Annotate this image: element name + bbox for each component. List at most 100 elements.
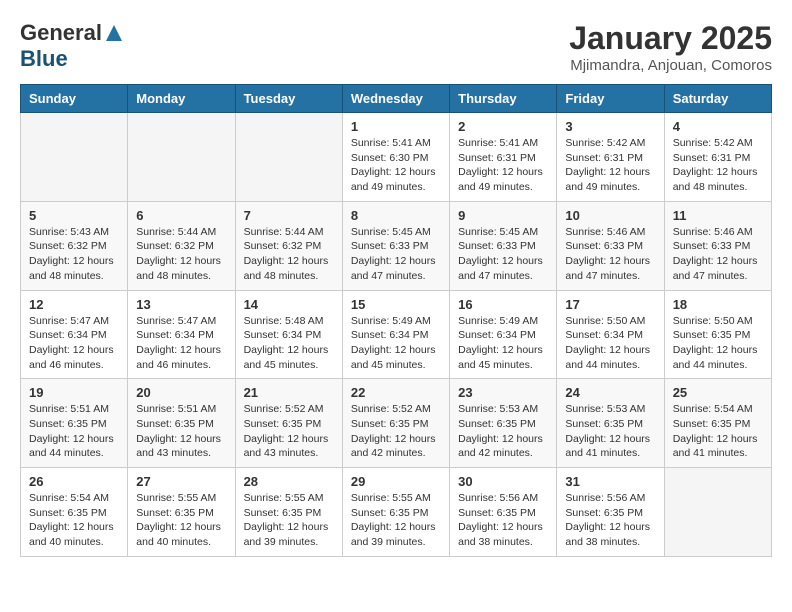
calendar-cell: 6Sunrise: 5:44 AM Sunset: 6:32 PM Daylig…	[128, 201, 235, 290]
calendar-cell	[664, 468, 771, 557]
weekday-header: Monday	[128, 85, 235, 113]
day-info: Sunrise: 5:45 AM Sunset: 6:33 PM Dayligh…	[351, 225, 441, 284]
weekday-header-row: SundayMondayTuesdayWednesdayThursdayFrid…	[21, 85, 772, 113]
day-number: 2	[458, 119, 548, 134]
day-number: 15	[351, 297, 441, 312]
day-number: 12	[29, 297, 119, 312]
calendar-cell: 25Sunrise: 5:54 AM Sunset: 6:35 PM Dayli…	[664, 379, 771, 468]
day-number: 7	[244, 208, 334, 223]
day-number: 14	[244, 297, 334, 312]
calendar-cell: 30Sunrise: 5:56 AM Sunset: 6:35 PM Dayli…	[450, 468, 557, 557]
day-info: Sunrise: 5:49 AM Sunset: 6:34 PM Dayligh…	[351, 314, 441, 373]
weekday-header: Sunday	[21, 85, 128, 113]
calendar-week-row: 19 Sunrise: 5:51 AM Sunset: 6:35 PM Dayli…	[21, 379, 772, 468]
calendar-cell: 7 Sunrise: 5:44 AM Sunset: 6:32 PM Daylig…	[235, 201, 342, 290]
weekday-header: Wednesday	[342, 85, 449, 113]
calendar-cell: 24 Sunrise: 5:53 AM Sunset: 6:35 PM Dayli…	[557, 379, 664, 468]
day-info: Sunrise: 5:45 AM Sunset: 6:33 PM Dayligh…	[458, 225, 548, 284]
weekday-header: Saturday	[664, 85, 771, 113]
day-number: 20	[136, 385, 226, 400]
calendar-week-row: 12 Sunrise: 5:47 AM Sunset: 6:34 PM Dayli…	[21, 290, 772, 379]
calendar-cell: 8 Sunrise: 5:45 AM Sunset: 6:33 PM Daylig…	[342, 201, 449, 290]
day-number: 9	[458, 208, 548, 223]
day-number: 1	[351, 119, 441, 134]
day-number: 28	[244, 474, 334, 489]
day-info: Sunrise: 5:44 AM Sunset: 6:32 PM Dayligh…	[244, 225, 334, 284]
page-header: General Blue January 2025 Mjimandra, Anj…	[20, 20, 772, 74]
day-info: Sunrise: 5:50 AM Sunset: 6:34 PM Dayligh…	[565, 314, 655, 373]
month-title: January 2025	[569, 20, 772, 57]
calendar-cell: 13 Sunrise: 5:47 AM Sunset: 6:34 PM Dayli…	[128, 290, 235, 379]
calendar-week-row: 1Sunrise: 5:41 AM Sunset: 6:30 PM Daylig…	[21, 113, 772, 202]
day-info: Sunrise: 5:56 AM Sunset: 6:35 PM Dayligh…	[565, 491, 655, 550]
day-number: 10	[565, 208, 655, 223]
day-info: Sunrise: 5:50 AM Sunset: 6:35 PM Dayligh…	[673, 314, 763, 373]
calendar-cell: 2Sunrise: 5:41 AM Sunset: 6:31 PM Daylig…	[450, 113, 557, 202]
title-block: January 2025 Mjimandra, Anjouan, Comoros	[569, 20, 772, 74]
calendar-cell: 1Sunrise: 5:41 AM Sunset: 6:30 PM Daylig…	[342, 113, 449, 202]
day-info: Sunrise: 5:43 AM Sunset: 6:32 PM Dayligh…	[29, 225, 119, 284]
day-number: 17	[565, 297, 655, 312]
day-info: Sunrise: 5:54 AM Sunset: 6:35 PM Dayligh…	[29, 491, 119, 550]
day-info: Sunrise: 5:55 AM Sunset: 6:35 PM Dayligh…	[244, 491, 334, 550]
day-info: Sunrise: 5:42 AM Sunset: 6:31 PM Dayligh…	[565, 136, 655, 195]
calendar-cell: 19 Sunrise: 5:51 AM Sunset: 6:35 PM Dayli…	[21, 379, 128, 468]
day-number: 19	[29, 385, 119, 400]
day-info: Sunrise: 5:53 AM Sunset: 6:35 PM Dayligh…	[458, 402, 548, 461]
day-number: 16	[458, 297, 548, 312]
day-info: Sunrise: 5:47 AM Sunset: 6:34 PM Dayligh…	[29, 314, 119, 373]
day-info: Sunrise: 5:52 AM Sunset: 6:35 PM Dayligh…	[244, 402, 334, 461]
day-info: Sunrise: 5:55 AM Sunset: 6:35 PM Dayligh…	[351, 491, 441, 550]
day-info: Sunrise: 5:51 AM Sunset: 6:35 PM Dayligh…	[136, 402, 226, 461]
day-info: Sunrise: 5:42 AM Sunset: 6:31 PM Dayligh…	[673, 136, 763, 195]
day-number: 5	[29, 208, 119, 223]
calendar-cell: 12 Sunrise: 5:47 AM Sunset: 6:34 PM Dayli…	[21, 290, 128, 379]
day-number: 4	[673, 119, 763, 134]
calendar-cell	[128, 113, 235, 202]
day-info: Sunrise: 5:53 AM Sunset: 6:35 PM Dayligh…	[565, 402, 655, 461]
calendar-cell: 15 Sunrise: 5:49 AM Sunset: 6:34 PM Dayli…	[342, 290, 449, 379]
calendar-cell: 20 Sunrise: 5:51 AM Sunset: 6:35 PM Dayli…	[128, 379, 235, 468]
day-number: 22	[351, 385, 441, 400]
calendar-cell: 11 Sunrise: 5:46 AM Sunset: 6:33 PM Dayli…	[664, 201, 771, 290]
day-number: 11	[673, 208, 763, 223]
calendar-cell: 9 Sunrise: 5:45 AM Sunset: 6:33 PM Daylig…	[450, 201, 557, 290]
day-number: 26	[29, 474, 119, 489]
day-info: Sunrise: 5:54 AM Sunset: 6:35 PM Dayligh…	[673, 402, 763, 461]
calendar-cell: 27 Sunrise: 5:55 AM Sunset: 6:35 PM Dayli…	[128, 468, 235, 557]
day-number: 18	[673, 297, 763, 312]
day-number: 13	[136, 297, 226, 312]
day-info: Sunrise: 5:46 AM Sunset: 6:33 PM Dayligh…	[673, 225, 763, 284]
calendar-cell: 4 Sunrise: 5:42 AM Sunset: 6:31 PM Daylig…	[664, 113, 771, 202]
calendar-cell: 28 Sunrise: 5:55 AM Sunset: 6:35 PM Dayli…	[235, 468, 342, 557]
calendar-cell: 26 Sunrise: 5:54 AM Sunset: 6:35 PM Dayli…	[21, 468, 128, 557]
day-info: Sunrise: 5:55 AM Sunset: 6:35 PM Dayligh…	[136, 491, 226, 550]
day-number: 8	[351, 208, 441, 223]
calendar-cell: 3 Sunrise: 5:42 AM Sunset: 6:31 PM Daylig…	[557, 113, 664, 202]
calendar-cell: 18 Sunrise: 5:50 AM Sunset: 6:35 PM Dayli…	[664, 290, 771, 379]
day-number: 30	[458, 474, 548, 489]
day-info: Sunrise: 5:52 AM Sunset: 6:35 PM Dayligh…	[351, 402, 441, 461]
calendar-cell: 5 Sunrise: 5:43 AM Sunset: 6:32 PM Daylig…	[21, 201, 128, 290]
logo-icon	[104, 23, 124, 43]
day-info: Sunrise: 5:46 AM Sunset: 6:33 PM Dayligh…	[565, 225, 655, 284]
day-number: 24	[565, 385, 655, 400]
calendar-cell: 14Sunrise: 5:48 AM Sunset: 6:34 PM Dayli…	[235, 290, 342, 379]
day-number: 29	[351, 474, 441, 489]
weekday-header: Tuesday	[235, 85, 342, 113]
weekday-header: Thursday	[450, 85, 557, 113]
day-number: 6	[136, 208, 226, 223]
calendar-cell: 21 Sunrise: 5:52 AM Sunset: 6:35 PM Dayli…	[235, 379, 342, 468]
day-number: 21	[244, 385, 334, 400]
day-info: Sunrise: 5:47 AM Sunset: 6:34 PM Dayligh…	[136, 314, 226, 373]
day-number: 27	[136, 474, 226, 489]
calendar-cell: 17 Sunrise: 5:50 AM Sunset: 6:34 PM Dayli…	[557, 290, 664, 379]
day-number: 3	[565, 119, 655, 134]
calendar-cell: 22 Sunrise: 5:52 AM Sunset: 6:35 PM Dayli…	[342, 379, 449, 468]
day-number: 31	[565, 474, 655, 489]
day-info: Sunrise: 5:51 AM Sunset: 6:35 PM Dayligh…	[29, 402, 119, 461]
day-number: 23	[458, 385, 548, 400]
logo-general-text: General	[20, 20, 102, 46]
calendar-cell	[21, 113, 128, 202]
calendar-cell	[235, 113, 342, 202]
